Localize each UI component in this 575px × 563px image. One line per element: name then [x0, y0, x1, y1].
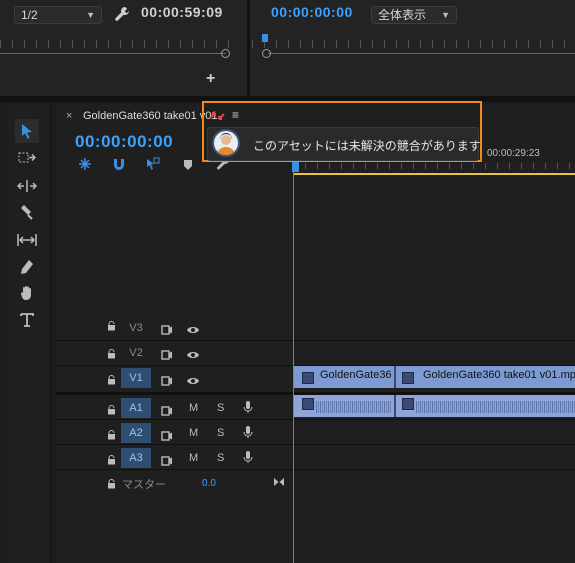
track-divider: [56, 340, 575, 341]
track-label-v1[interactable]: V1: [121, 368, 151, 388]
timeline-ruler[interactable]: [293, 163, 575, 169]
audio-clip[interactable]: [294, 395, 394, 417]
solo-button[interactable]: S: [217, 452, 224, 464]
source-zoom-handle[interactable]: [221, 49, 230, 58]
mute-button[interactable]: M: [189, 427, 198, 439]
source-timecode[interactable]: 00:00:59:09: [141, 4, 223, 20]
audio-clip[interactable]: [396, 395, 575, 417]
marker-icon[interactable]: [183, 158, 193, 176]
fx-badge-icon: [402, 372, 414, 384]
hand-tool-icon[interactable]: [15, 281, 39, 305]
conflict-tooltip: このアセットには未解決の競合があります: [207, 127, 481, 161]
program-timecode[interactable]: 00:00:00:00: [271, 4, 353, 20]
audio-waveform: [316, 401, 392, 413]
tools-panel: [6, 104, 51, 563]
ruler-time-label: 00:00:29:23: [487, 148, 540, 159]
video-clip[interactable]: GoldenGate360: [294, 366, 394, 388]
sync-lock-icon[interactable]: [161, 403, 173, 421]
program-fit-value: 全体表示: [378, 8, 427, 22]
microphone-icon[interactable]: [243, 425, 253, 444]
track-divider: [56, 444, 575, 445]
lock-icon[interactable]: [107, 476, 116, 494]
track-label-v3[interactable]: V3: [125, 322, 147, 334]
solo-button[interactable]: S: [217, 402, 224, 414]
track-label-v2[interactable]: V2: [125, 347, 147, 359]
sync-lock-icon[interactable]: [161, 322, 173, 340]
sync-lock-icon[interactable]: [161, 428, 173, 446]
audio-waveform: [416, 401, 575, 413]
close-tab-icon[interactable]: ×: [66, 110, 72, 122]
track-label-a3[interactable]: A3: [121, 448, 151, 468]
eye-icon[interactable]: [186, 322, 200, 340]
track-divider: [56, 469, 575, 470]
microphone-icon[interactable]: [243, 450, 253, 469]
source-zoom-value: 1/2: [21, 8, 38, 22]
snap-icon[interactable]: [78, 157, 92, 176]
fx-badge-icon: [302, 372, 314, 384]
program-zoom-handle[interactable]: [262, 49, 271, 58]
video-clip[interactable]: GoldenGate360 take01 v01.mp4 [V]: [396, 366, 575, 388]
program-fit-dropdown[interactable]: 全体表示 ▼: [371, 6, 457, 24]
lock-icon[interactable]: [107, 427, 116, 445]
work-area-bar[interactable]: [293, 173, 575, 175]
slip-tool-icon[interactable]: [15, 228, 39, 252]
sync-lock-icon[interactable]: [161, 373, 173, 391]
lock-icon[interactable]: [107, 452, 116, 470]
sequence-timecode[interactable]: 00:00:00:00: [75, 132, 173, 152]
master-volume-value[interactable]: 0.0: [202, 478, 216, 489]
program-scrub-bar[interactable]: [268, 53, 575, 54]
program-playhead-marker[interactable]: [262, 34, 268, 42]
sequence-tab-title[interactable]: GoldenGate360 take01 v01: [83, 110, 218, 122]
type-tool-icon[interactable]: [15, 308, 39, 332]
wrench-icon[interactable]: [114, 6, 130, 22]
source-scrub-bar[interactable]: [0, 53, 226, 54]
mute-button[interactable]: M: [189, 452, 198, 464]
track-label-a2[interactable]: A2: [121, 423, 151, 443]
program-ruler[interactable]: [252, 40, 575, 48]
sync-lock-icon[interactable]: [161, 347, 173, 365]
clip-name: GoldenGate360: [320, 369, 392, 381]
source-ruler[interactable]: [0, 40, 235, 48]
fx-badge-icon: [402, 398, 414, 410]
master-label: マスター: [122, 479, 166, 491]
monitor-divider[interactable]: [247, 0, 250, 100]
playhead-line[interactable]: [293, 170, 294, 563]
source-zoom-dropdown[interactable]: 1/2 ▼: [14, 6, 102, 24]
ripple-edit-tool-icon[interactable]: [15, 174, 39, 198]
track-divider: [56, 419, 575, 420]
eye-icon[interactable]: [186, 347, 200, 365]
linked-selection-icon[interactable]: [146, 157, 160, 176]
track-label-a1[interactable]: A1: [121, 398, 151, 418]
chevron-down-icon: ▼: [441, 10, 450, 20]
chevron-down-icon: ▼: [86, 10, 95, 20]
track-select-tool-icon[interactable]: [15, 146, 39, 170]
mute-button[interactable]: M: [189, 402, 198, 414]
lock-icon[interactable]: [107, 321, 116, 334]
tooltip-message: このアセットには未解決の競合があります: [253, 139, 481, 153]
lock-icon[interactable]: [107, 372, 116, 390]
avatar: [212, 129, 240, 157]
selection-tool-icon[interactable]: [15, 119, 39, 143]
razor-tool-icon[interactable]: [15, 200, 39, 224]
clip-name: GoldenGate360 take01 v01.mp4 [V]: [423, 369, 575, 381]
add-button-icon[interactable]: +: [206, 70, 215, 88]
sync-lock-icon[interactable]: [161, 453, 173, 471]
fx-badge-icon: [302, 398, 314, 410]
pen-tool-icon[interactable]: [15, 255, 39, 279]
go-to-edit-point-icon[interactable]: [273, 474, 285, 492]
lock-icon[interactable]: [107, 346, 116, 364]
solo-button[interactable]: S: [217, 427, 224, 439]
microphone-icon[interactable]: [243, 400, 253, 419]
magnet-icon[interactable]: [112, 157, 126, 176]
eye-icon[interactable]: [186, 373, 200, 391]
lock-icon[interactable]: [107, 402, 116, 420]
